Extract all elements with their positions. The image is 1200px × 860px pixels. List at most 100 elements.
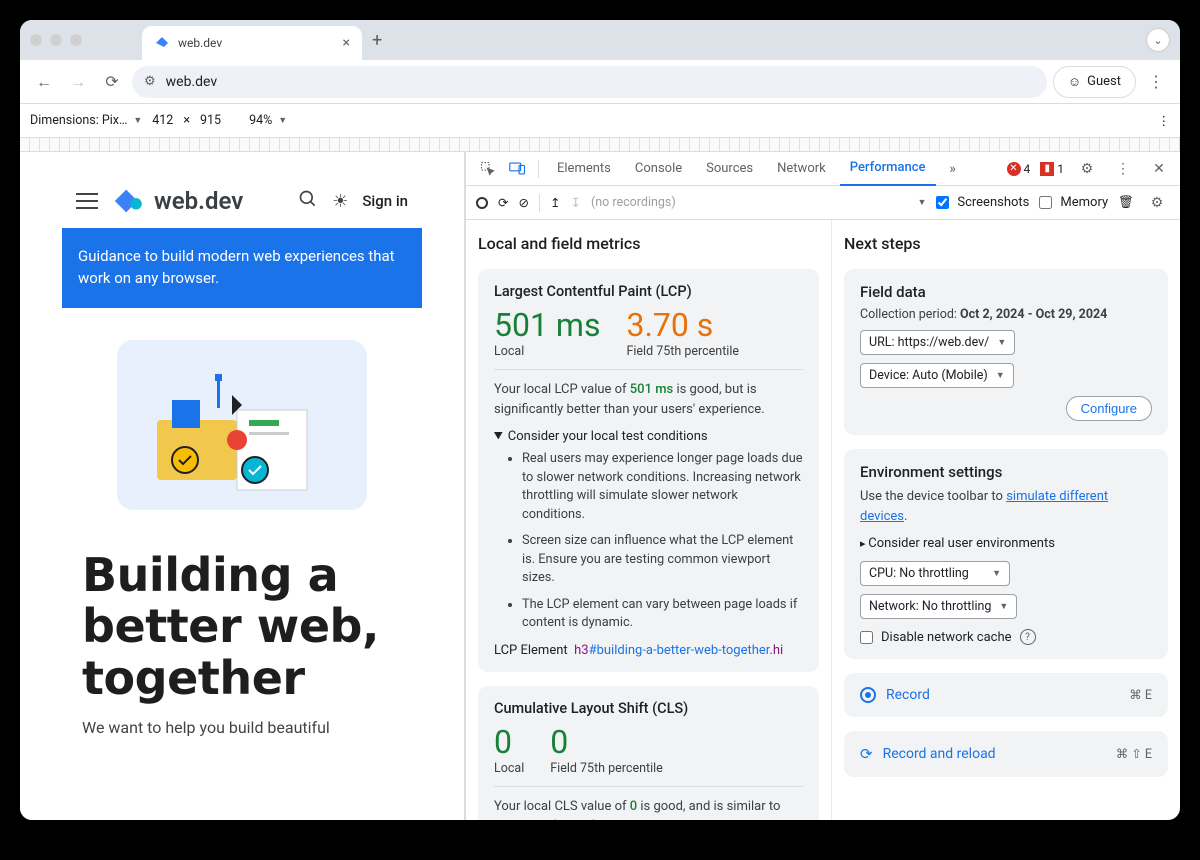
lcp-element-row: LCP Element h3#building-a-better-web-tog… [494, 643, 803, 658]
tab-title: web.dev [178, 36, 222, 50]
browser-menu-icon[interactable]: ⋮ [1142, 68, 1170, 96]
site-title: web.dev [154, 187, 243, 215]
lcp-tip: The LCP element can vary between page lo… [522, 596, 803, 633]
help-icon[interactable]: ? [1020, 629, 1036, 645]
cls-local-value: 0 [494, 723, 524, 761]
configure-button[interactable]: Configure [1066, 396, 1152, 421]
address: web.dev [166, 74, 218, 90]
site-logo[interactable]: web.dev [112, 184, 243, 218]
env-settings-card: Environment settings Use the device tool… [844, 449, 1168, 659]
address-bar-row: ← → ⟳ ⚙ web.dev ☺ Guest ⋮ [20, 60, 1180, 104]
lcp-element-link[interactable]: h3#building-a-better-web-together.hi [574, 643, 783, 658]
profile-chip[interactable]: ☺ Guest [1053, 66, 1136, 98]
forward-button[interactable]: → [64, 68, 92, 96]
tab-sources[interactable]: Sources [696, 152, 763, 186]
record-reload-shortcut: ⌘ ⇧ E [1116, 746, 1152, 762]
device-toolbar: Dimensions: Pix…▼ 412 × 915 94%▼ ⋮ [20, 104, 1180, 138]
garbage-collect-icon[interactable]: 🗑 [1118, 195, 1134, 210]
tab-performance[interactable]: Performance [840, 152, 936, 186]
cls-heading: Cumulative Layout Shift (CLS) [494, 700, 803, 717]
issues-badge[interactable]: ▮1 [1040, 162, 1064, 176]
record-toggle-icon[interactable] [476, 197, 488, 209]
lcp-details-summary[interactable]: Consider your local test conditions [494, 429, 803, 444]
site-header: web.dev ☀ Sign in [62, 174, 422, 228]
more-tabs-icon[interactable]: » [940, 156, 966, 182]
webdev-logo-icon [112, 184, 146, 218]
inspect-element-icon[interactable] [474, 156, 500, 182]
lcp-local-label: Local [494, 344, 600, 359]
close-window-dot[interactable] [30, 34, 42, 46]
cls-field-label: Field 75th percentile [550, 761, 663, 776]
reload-record-icon[interactable]: ⟳ [498, 195, 508, 211]
record-reload-label: Record and reload [883, 746, 996, 762]
device-select[interactable]: Device: Auto (Mobile)▼ [860, 363, 1014, 388]
device-dimensions-select[interactable]: Dimensions: Pix…▼ [30, 113, 142, 128]
new-tab-button[interactable]: + [372, 30, 382, 51]
simulated-page: web.dev ☀ Sign in Guidance to build mode… [62, 174, 422, 820]
lcp-summary: Your local LCP value of 501 ms is good, … [494, 380, 803, 419]
next-steps-heading: Next steps [844, 234, 1168, 253]
cls-local-label: Local [494, 761, 524, 776]
lcp-field-value: 3.70 s [626, 306, 739, 344]
memory-checkbox[interactable]: Memory [1039, 195, 1108, 210]
browser-tab[interactable]: web.dev × [142, 26, 362, 60]
cpu-throttle-select[interactable]: CPU: No throttling▼ [860, 561, 1010, 586]
disable-cache-checkbox[interactable]: Disable network cache ? [860, 629, 1152, 645]
lcp-field-label: Field 75th percentile [626, 344, 739, 359]
tab-favicon [154, 35, 170, 51]
network-throttle-select[interactable]: Network: No throttling▼ [860, 594, 1017, 619]
viewport-ruler [20, 138, 1180, 152]
site-controls-icon[interactable]: ⚙ [144, 74, 156, 89]
record-card[interactable]: Record ⌘ E [844, 673, 1168, 717]
tab-console[interactable]: Console [625, 152, 692, 186]
url-select[interactable]: URL: https://web.dev/▼ [860, 330, 1015, 355]
profile-label: Guest [1087, 74, 1121, 89]
cls-summary: Your local CLS value of 0 is good, and i… [494, 797, 803, 820]
device-toggle-icon[interactable] [504, 156, 530, 182]
device-toolbar-menu-icon[interactable]: ⋮ [1158, 113, 1171, 129]
address-bar[interactable]: ⚙ web.dev [132, 66, 1047, 98]
lcp-details[interactable]: Consider your local test conditions Real… [494, 429, 803, 633]
reload-icon: ⟳ [860, 745, 873, 763]
screenshots-checkbox[interactable]: Screenshots [936, 195, 1029, 210]
devtools-close-icon[interactable]: ✕ [1146, 156, 1172, 182]
upload-icon[interactable]: ↥ [550, 195, 560, 211]
errors-badge[interactable]: ✕4 [1007, 162, 1031, 176]
download-icon[interactable]: ↧ [570, 195, 580, 211]
search-icon[interactable] [298, 189, 318, 214]
env-heading: Environment settings [860, 463, 1152, 481]
clear-icon[interactable]: ⊘ [518, 195, 528, 211]
cls-field-value: 0 [550, 723, 663, 761]
field-data-heading: Field data [860, 283, 1152, 301]
recordings-select[interactable]: (no recordings)▼ [591, 195, 926, 210]
guest-avatar-icon: ☺ [1068, 74, 1081, 90]
back-button[interactable]: ← [30, 68, 58, 96]
record-shortcut: ⌘ E [1129, 687, 1152, 703]
window-traffic-lights[interactable] [30, 34, 82, 46]
theme-toggle-icon[interactable]: ☀ [332, 191, 348, 212]
signin-link[interactable]: Sign in [362, 192, 408, 210]
close-tab-icon[interactable]: × [343, 35, 350, 51]
collection-period: Collection period: Oct 2, 2024 - Oct 29,… [860, 307, 1152, 322]
record-reload-card[interactable]: ⟳ Record and reload ⌘ ⇧ E [844, 731, 1168, 777]
devtools-menu-icon[interactable]: ⋮ [1110, 156, 1136, 182]
tab-search-button[interactable]: ⌄ [1146, 28, 1170, 52]
zoom-window-dot[interactable] [70, 34, 82, 46]
x-separator: × [183, 113, 190, 128]
perf-settings-icon[interactable]: ⚙ [1144, 190, 1170, 216]
reload-button[interactable]: ⟳ [98, 68, 126, 96]
field-data-card: Field data Collection period: Oct 2, 202… [844, 269, 1168, 435]
consider-envs-toggle[interactable]: Consider real user environments [860, 536, 1152, 551]
metrics-column: Local and field metrics Largest Contentf… [466, 220, 831, 820]
devtools-settings-icon[interactable]: ⚙ [1074, 156, 1100, 182]
minimize-window-dot[interactable] [50, 34, 62, 46]
viewport-height[interactable]: 915 [200, 113, 221, 128]
tab-elements[interactable]: Elements [547, 152, 621, 186]
hamburger-menu-icon[interactable] [76, 193, 98, 209]
viewport-width[interactable]: 412 [152, 113, 173, 128]
hero-heading: Building a better web, together [62, 542, 422, 719]
tab-network[interactable]: Network [767, 152, 836, 186]
device-preview-pane: web.dev ☀ Sign in Guidance to build mode… [20, 152, 465, 820]
lcp-tip: Real users may experience longer page lo… [522, 450, 803, 524]
zoom-select[interactable]: 94%▼ [249, 113, 287, 128]
